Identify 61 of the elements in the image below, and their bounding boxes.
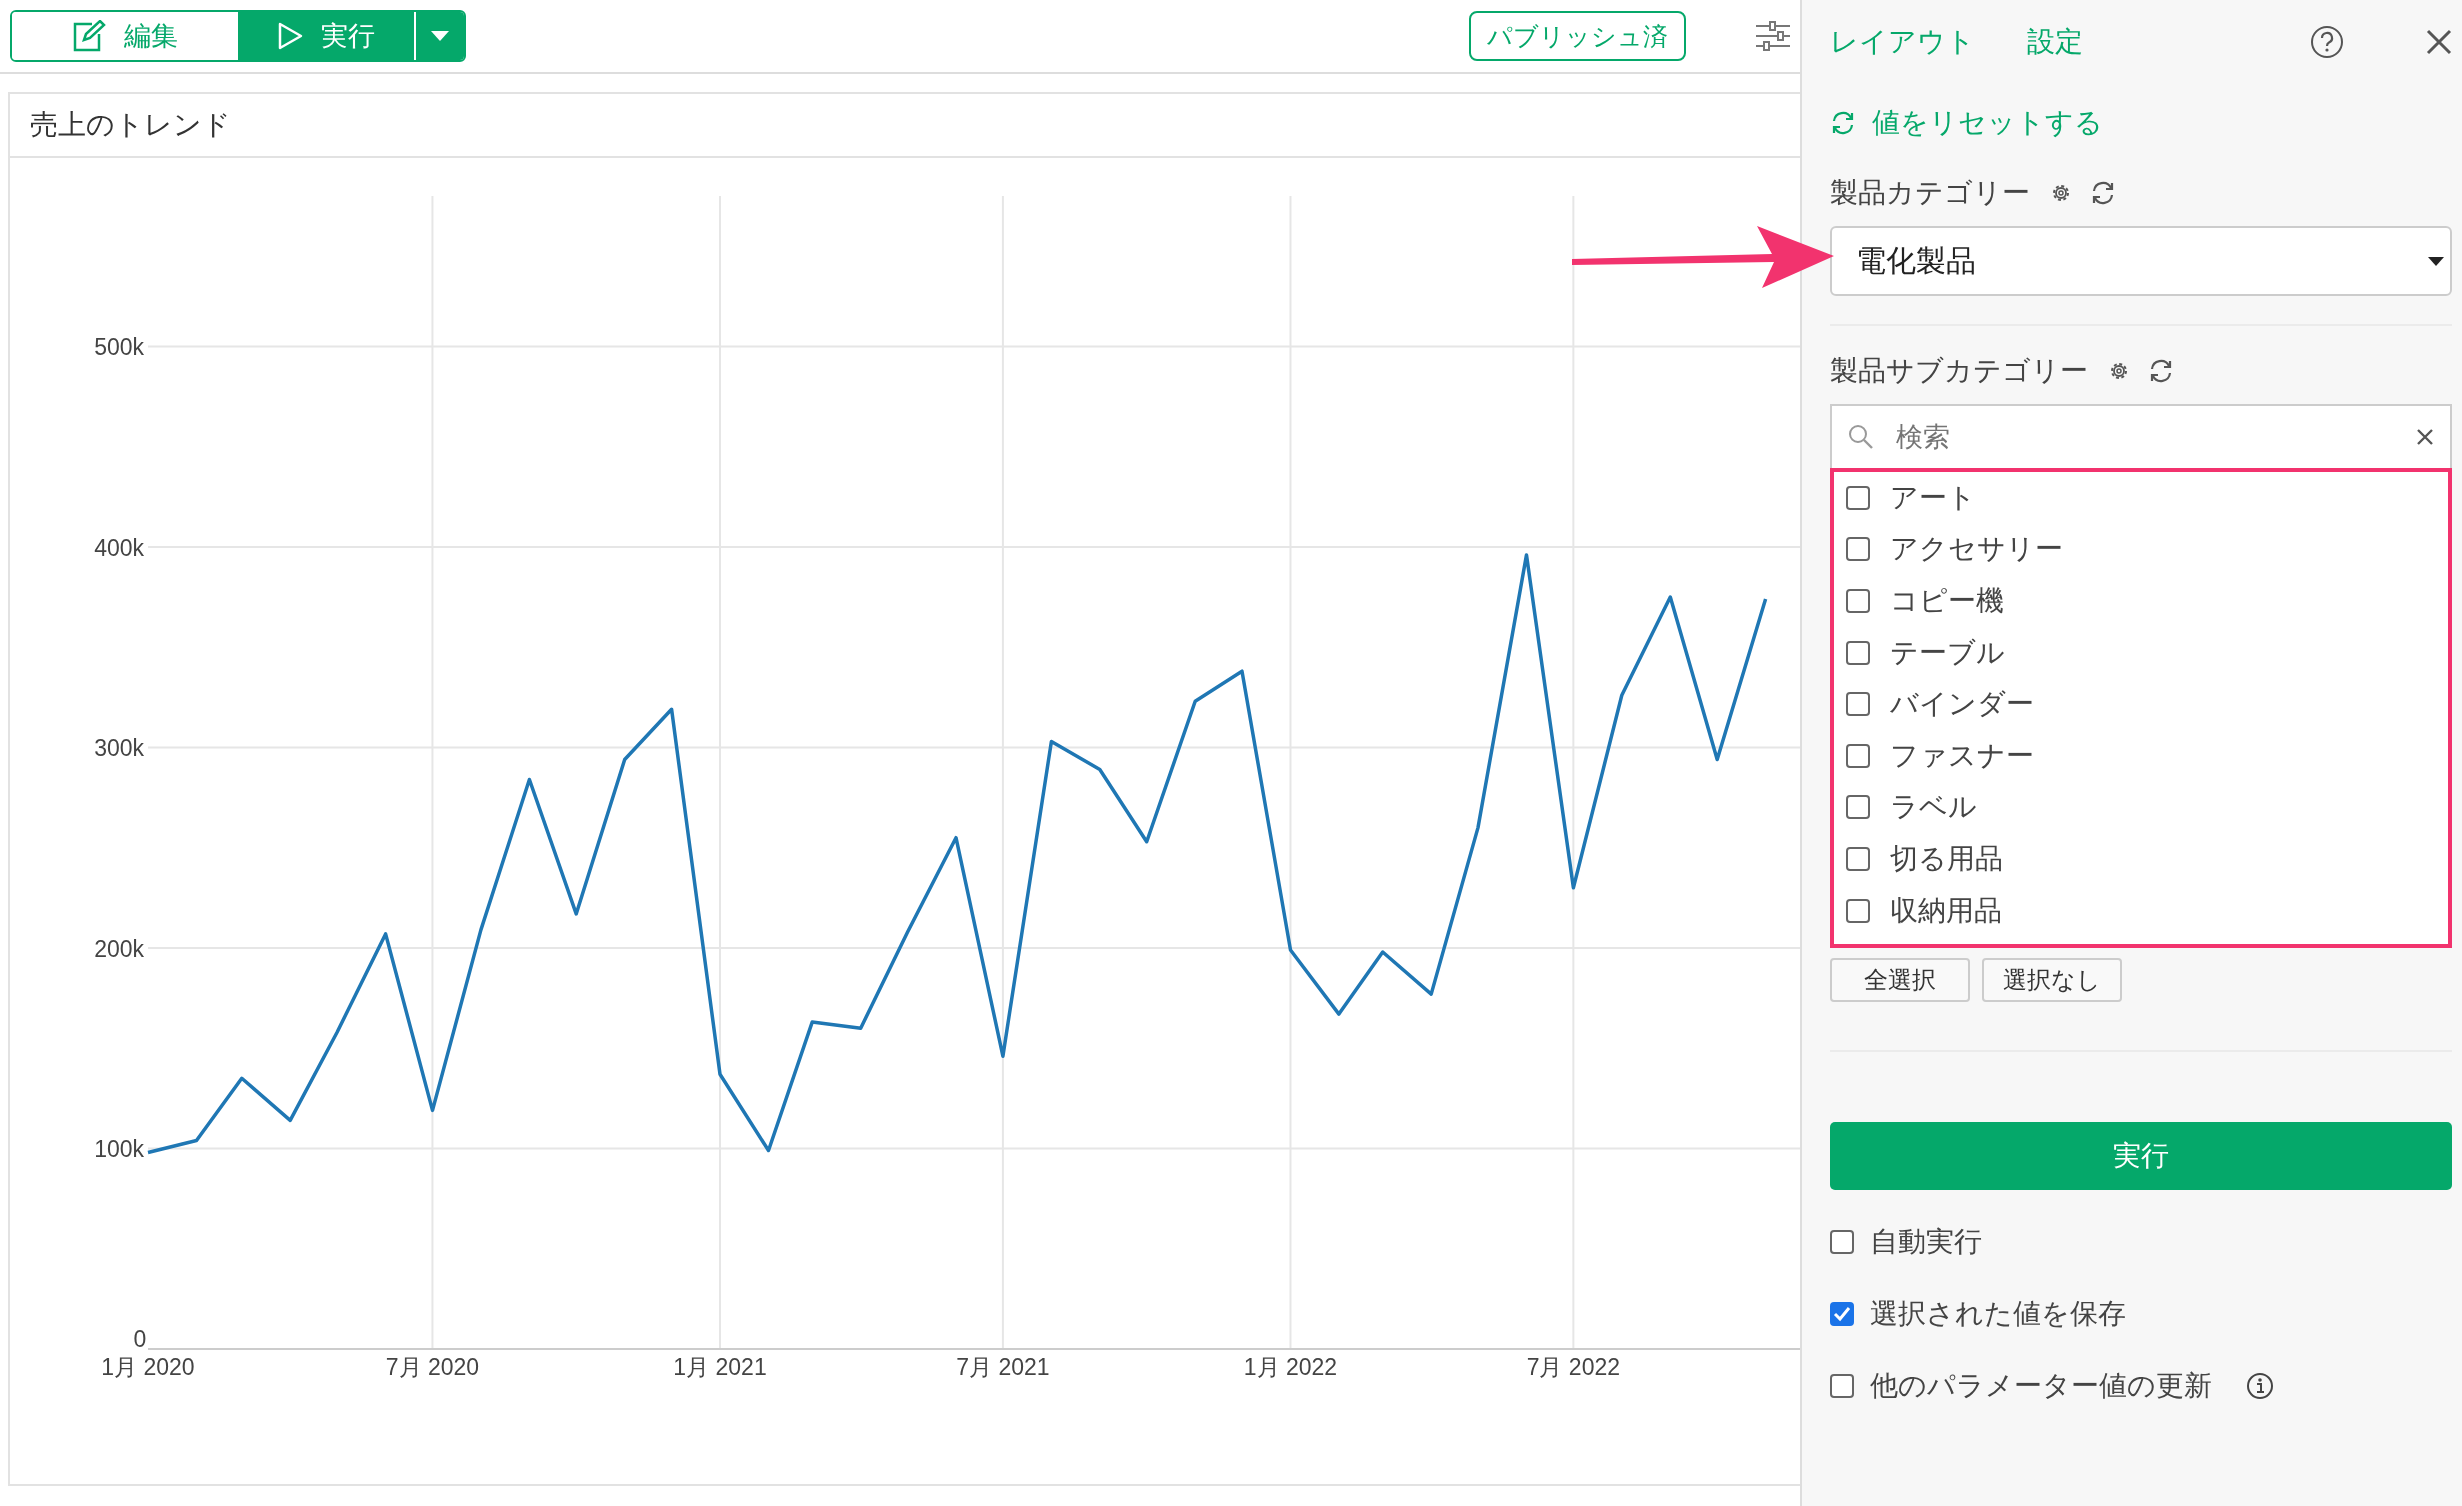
axis-label: 400k <box>94 534 144 561</box>
checkbox[interactable] <box>1846 485 1870 510</box>
play-icon <box>277 22 303 50</box>
axis-label: 300k <box>94 735 144 762</box>
axis-label: 7月 2020 <box>385 1354 480 1380</box>
axis-label: 500k <box>94 334 144 361</box>
axis-label: 7月 2022 <box>1526 1354 1621 1380</box>
option-label[interactable]: ファスナー <box>1890 736 2034 775</box>
parameter-label: 製品サブカテゴリー <box>1830 354 2088 388</box>
gear-icon[interactable] <box>2108 360 2130 382</box>
help-icon[interactable] <box>2310 25 2344 59</box>
option-label[interactable]: アート <box>1890 478 1976 517</box>
checkbox[interactable] <box>1846 795 1870 820</box>
close-icon[interactable] <box>2426 29 2452 55</box>
refresh-icon[interactable] <box>2148 359 2174 383</box>
parameter-label: 製品カテゴリー <box>1830 176 2030 210</box>
checkbox[interactable] <box>1846 589 1870 613</box>
checkbox[interactable] <box>1846 898 1870 923</box>
checkbox[interactable] <box>1846 846 1870 871</box>
axis-label: 7月 2021 <box>956 1354 1050 1380</box>
option-label[interactable]: テーブル <box>1890 633 2005 672</box>
option-label[interactable]: アクセサリー <box>1890 530 2063 569</box>
search-icon <box>1848 424 1874 450</box>
search-input[interactable]: 検索 <box>1894 420 2396 454</box>
axis-label: 1月 2021 <box>673 1354 767 1380</box>
category-dropdown[interactable]: 電化製品 <box>1830 226 2452 296</box>
option-label[interactable]: バインダー <box>1890 685 2034 724</box>
checkbox[interactable] <box>1846 743 1870 768</box>
select-button[interactable]: 選択なし <box>1982 958 2122 1003</box>
chart-title: 売上のトレンド <box>30 108 231 142</box>
checkbox[interactable] <box>1830 1230 1854 1255</box>
checkbox[interactable] <box>1830 1302 1854 1327</box>
option-label: 他のパラメーター値の更新 <box>1870 1369 2212 1404</box>
axis-label: 0 <box>133 1326 147 1352</box>
axis-label: 100k <box>94 1136 144 1163</box>
dropdown-button[interactable] <box>414 12 464 60</box>
checkbox[interactable] <box>1846 692 1870 717</box>
pencil-icon <box>72 20 106 52</box>
option-label[interactable]: 切る用品 <box>1890 839 2003 878</box>
option-label[interactable]: コピー機 <box>1890 582 2004 620</box>
clear-icon[interactable] <box>2416 428 2434 446</box>
option-label: 選択された値を保存 <box>1870 1297 2126 1332</box>
option-label[interactable]: ラベル <box>1890 788 1977 827</box>
axis-label: 1月 2020 <box>101 1354 195 1380</box>
caret-icon <box>2428 256 2444 266</box>
info-icon[interactable] <box>2246 1372 2274 1401</box>
refresh-icon[interactable] <box>1830 111 1856 135</box>
axis-label: 1月 2022 <box>1243 1354 1338 1380</box>
sliders-icon[interactable] <box>1756 21 1790 51</box>
caret-icon <box>431 31 449 41</box>
checkmark-icon <box>1833 1306 1851 1323</box>
refresh-icon[interactable] <box>2090 181 2116 205</box>
gear-icon[interactable] <box>2050 182 2072 204</box>
select-button[interactable]: 全選択 <box>1830 958 1970 1003</box>
search-field[interactable]: 検索 <box>1830 404 2452 468</box>
option-label[interactable]: 収納用品 <box>1890 891 2002 930</box>
axis-label: 200k <box>94 935 144 962</box>
checkbox[interactable] <box>1846 640 1870 665</box>
checkbox[interactable] <box>1830 1374 1854 1399</box>
option-label: 自動実行 <box>1870 1225 1982 1260</box>
checkbox[interactable] <box>1846 537 1870 562</box>
